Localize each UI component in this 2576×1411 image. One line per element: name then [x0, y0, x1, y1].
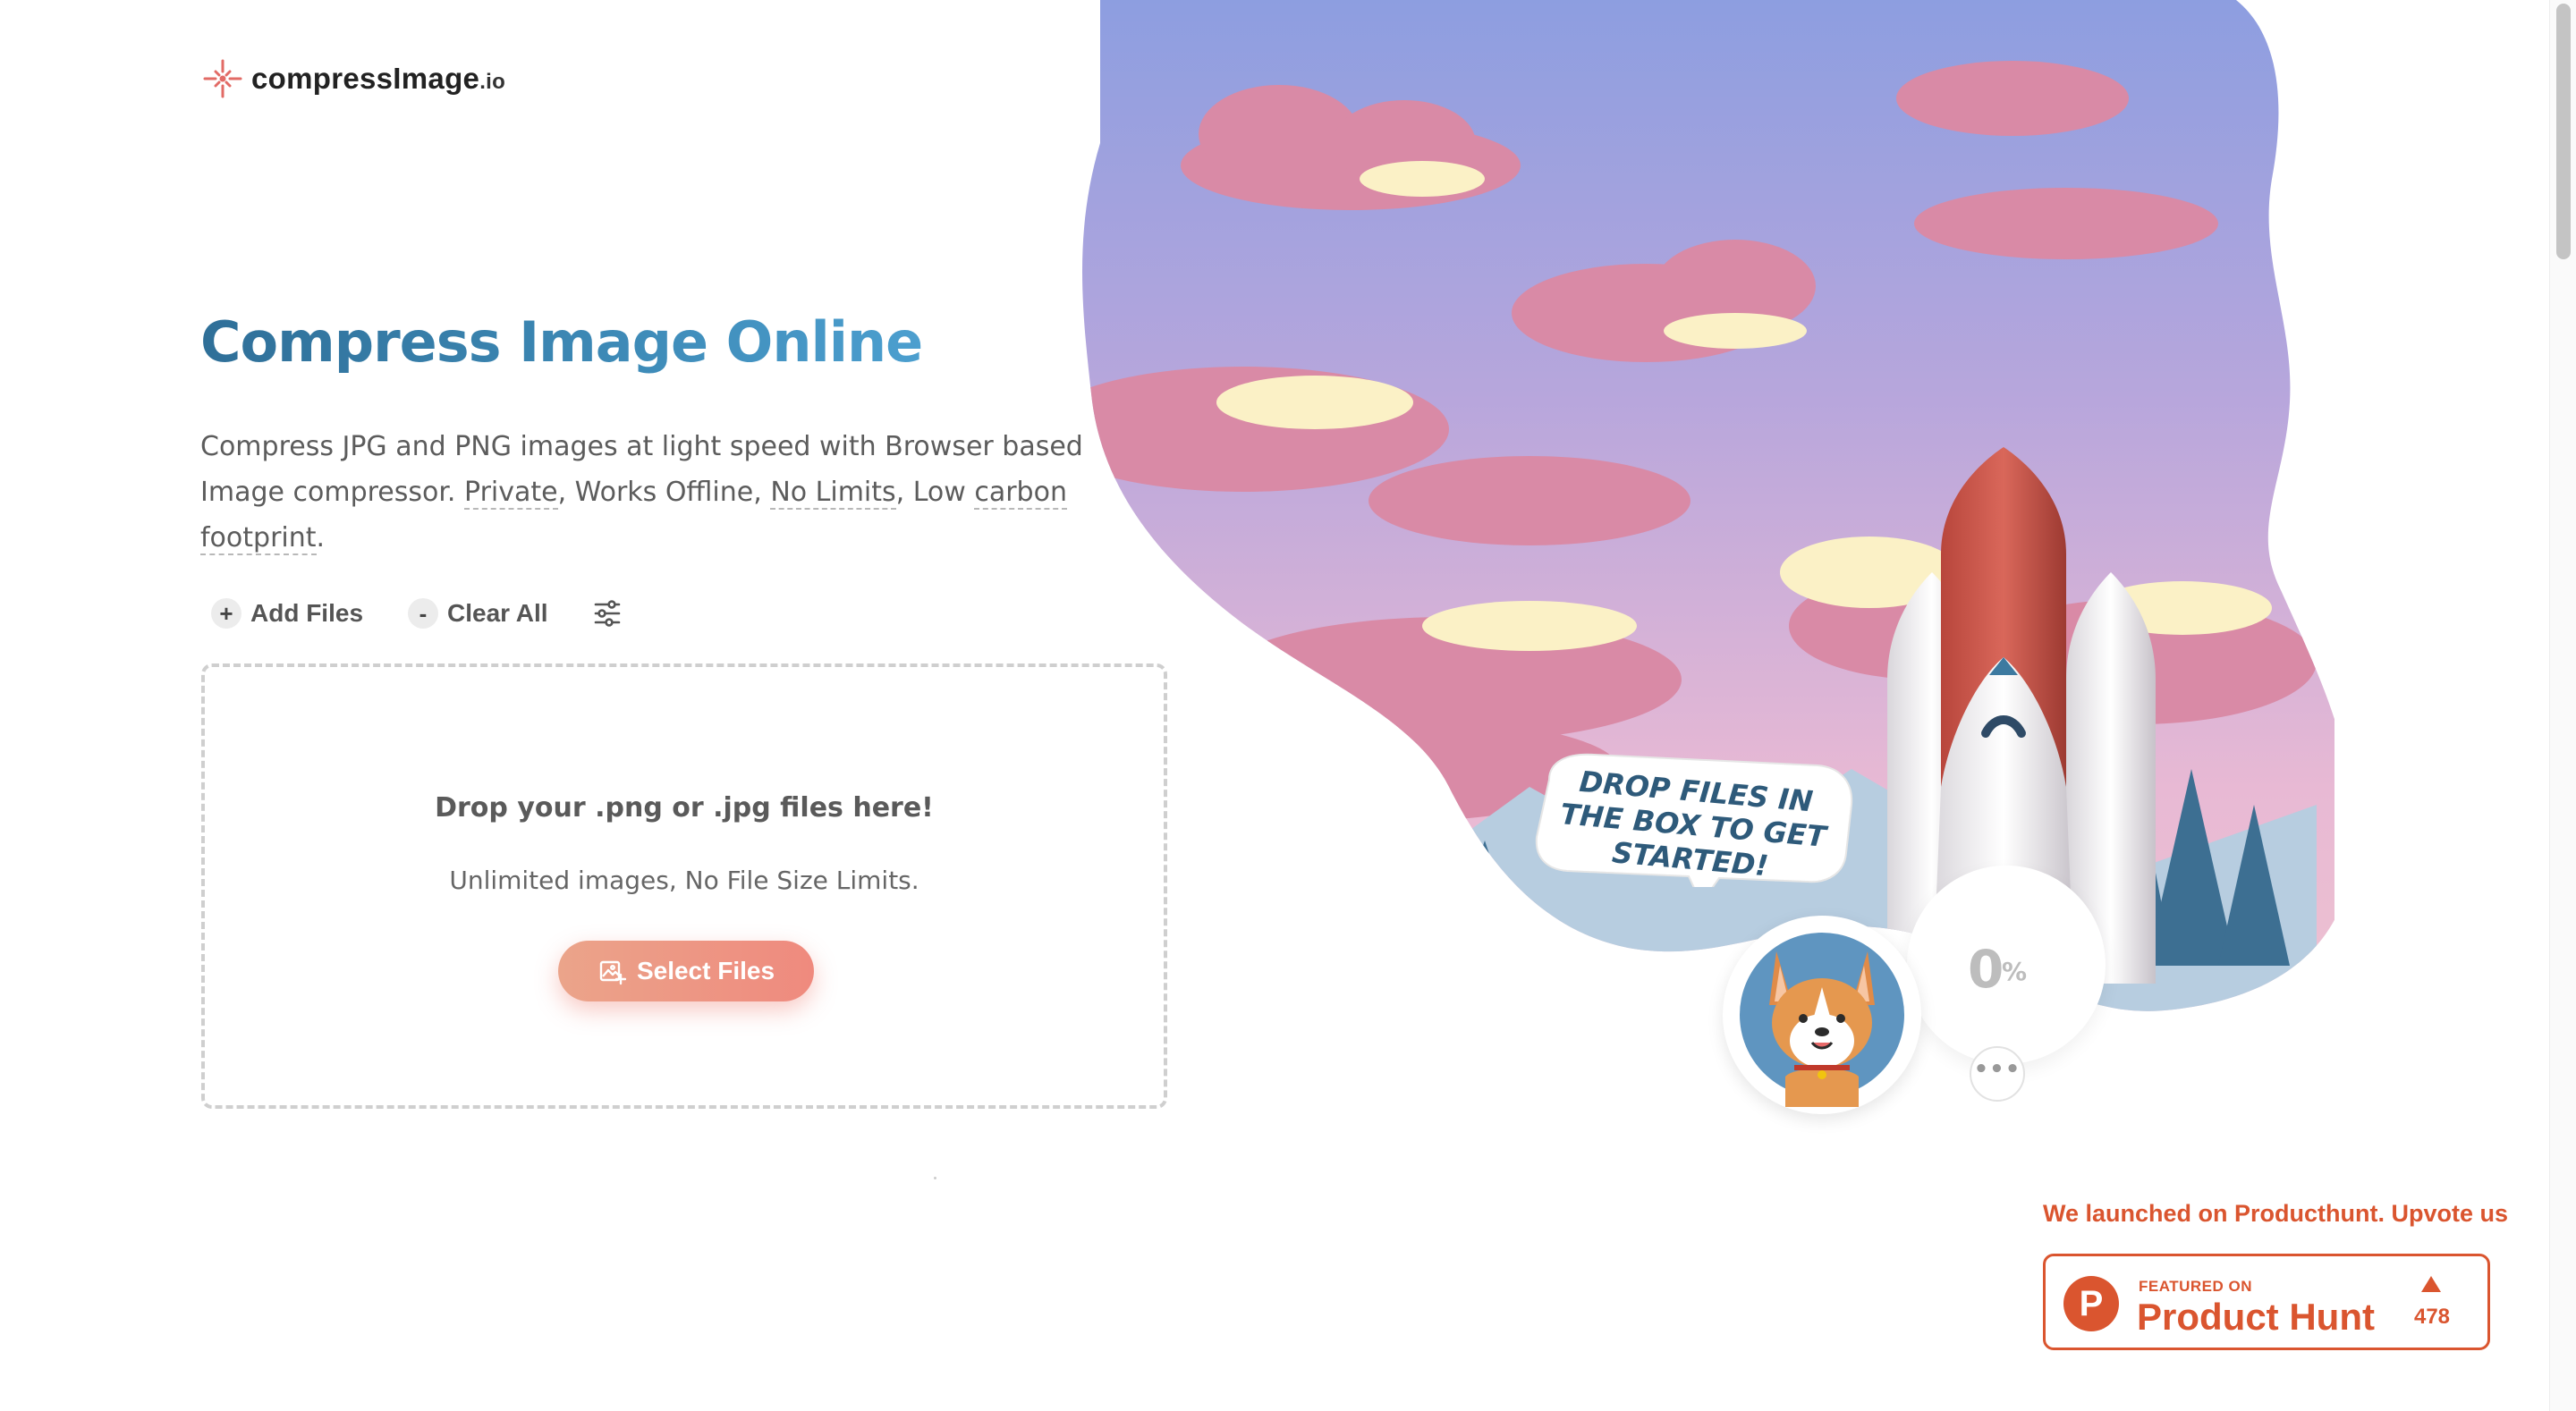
minus-icon: - — [408, 598, 439, 629]
producthunt-announcement: We launched on Producthunt. Upvote us — [2043, 1200, 2509, 1227]
page-scrollbar[interactable] — [2549, 0, 2576, 1411]
file-toolbar: + Add Files - Clear All — [211, 597, 623, 629]
logo-text: compressImage.io — [251, 62, 506, 95]
page-subtitle: Compress JPG and PNG images at light spe… — [200, 431, 1083, 555]
clear-all-label: Clear All — [447, 599, 548, 627]
no-limits-link[interactable]: No Limits — [770, 477, 896, 510]
clear-all-button[interactable]: - Clear All — [408, 598, 548, 629]
file-drop-zone[interactable]: Drop your .png or .jpg files here! Unlim… — [201, 663, 1167, 1109]
producthunt-name: Product Hunt — [2137, 1296, 2375, 1338]
rocket-sky-illustration — [1082, 0, 2334, 1011]
add-files-label: Add Files — [250, 599, 364, 627]
upvote-arrow-icon — [2421, 1276, 2441, 1292]
progress-unit: % — [2002, 957, 2028, 986]
drop-zone-title: Drop your .png or .jpg files here! — [435, 792, 934, 824]
producthunt-featured-label: FEATURED ON — [2139, 1278, 2253, 1295]
private-link[interactable]: Private — [464, 477, 558, 510]
producthunt-logo-icon: P — [2063, 1276, 2119, 1331]
sparkle-logo-icon — [203, 59, 242, 98]
sliders-icon[interactable] — [591, 597, 623, 629]
site-logo[interactable]: compressImage.io — [201, 57, 505, 100]
drop-zone-subtitle: Unlimited images, No File Size Limits. — [449, 866, 919, 895]
more-options-button[interactable]: ••• — [1970, 1046, 2025, 1102]
producthunt-badge[interactable]: P FEATURED ON Product Hunt 478 — [2043, 1254, 2490, 1350]
ellipsis-icon: ••• — [1973, 1056, 2021, 1083]
add-image-icon — [599, 960, 626, 985]
upvote-count: 478 — [2413, 1305, 2451, 1329]
add-files-button[interactable]: + Add Files — [211, 598, 363, 629]
select-files-label: Select Files — [636, 957, 775, 984]
corgi-mascot-avatar — [1723, 916, 1921, 1114]
progress-value: 0 — [1968, 939, 2004, 1000]
scrollbar-thumb[interactable] — [2556, 4, 2571, 259]
decorative-dot — [934, 1177, 936, 1179]
page-title: Compress Image Online — [200, 309, 923, 375]
select-files-button[interactable]: Select Files — [558, 941, 814, 1001]
plus-icon: + — [211, 598, 242, 629]
